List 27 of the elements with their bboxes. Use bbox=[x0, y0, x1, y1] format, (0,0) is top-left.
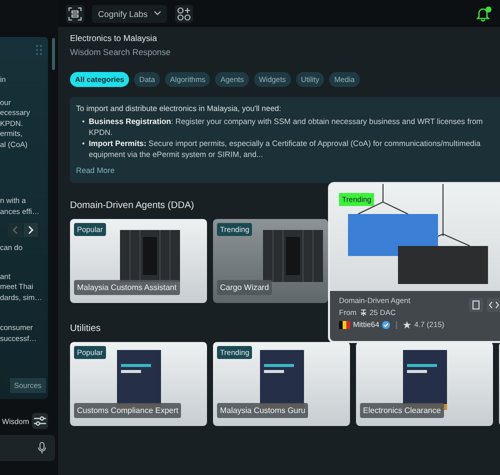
page-title: Electronics to Malaysia bbox=[70, 33, 158, 43]
filter-button[interactable] bbox=[32, 413, 48, 429]
microphone-icon[interactable] bbox=[38, 442, 46, 454]
scrollbar-thumb[interactable] bbox=[52, 38, 55, 70]
page-subtitle: Wisdom Search Response bbox=[70, 47, 172, 57]
utility-card[interactable]: Electronics Clearance bbox=[356, 342, 493, 426]
star-icon bbox=[403, 320, 412, 328]
card-title: Electronics Clearance bbox=[360, 403, 444, 418]
notification-bell-icon[interactable] bbox=[476, 6, 492, 22]
apps-icon[interactable] bbox=[174, 4, 193, 22]
card-title: Customs Compliance Expert bbox=[74, 403, 182, 418]
workspace-dropdown[interactable]: Cognify Labs bbox=[92, 4, 167, 22]
coin-icon bbox=[360, 308, 366, 316]
card-title: Cargo Wizard bbox=[217, 280, 272, 295]
card-title: Malaysia Customs Guru bbox=[217, 403, 308, 418]
section-title: Utilities bbox=[70, 323, 101, 334]
workspace-icon[interactable] bbox=[66, 4, 84, 22]
flag-icon bbox=[339, 320, 350, 328]
chevron-left-icon bbox=[12, 226, 18, 234]
card-title: Malaysia Customs Assistant bbox=[74, 280, 180, 295]
chevron-right-icon bbox=[28, 226, 34, 234]
caret-icon bbox=[154, 11, 161, 16]
message-input[interactable] bbox=[0, 435, 55, 461]
section-title: Domain-Driven Agents (DDA) bbox=[70, 200, 194, 211]
code-icon[interactable] bbox=[487, 298, 500, 312]
drag-handle-icon[interactable] bbox=[36, 45, 42, 55]
next-button[interactable] bbox=[24, 223, 38, 237]
